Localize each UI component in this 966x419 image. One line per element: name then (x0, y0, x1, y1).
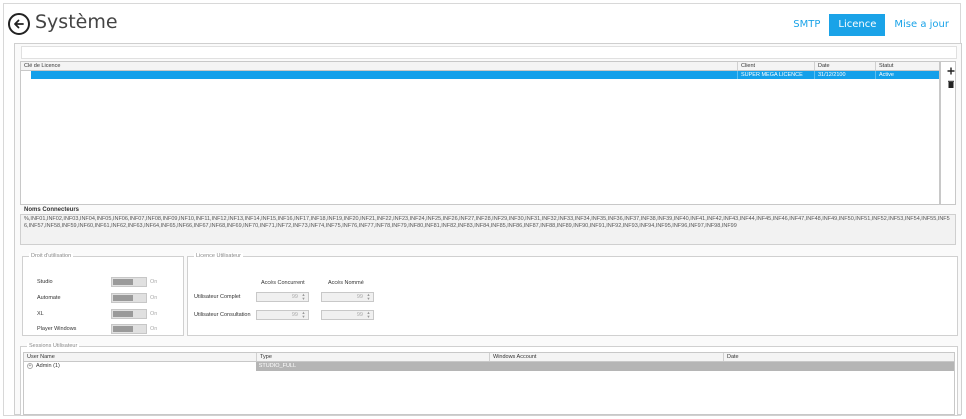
consultation-concurrent-stepper[interactable]: 99 ▲ ▼ (256, 310, 309, 320)
xl-toggle[interactable] (111, 309, 147, 319)
column-header-client[interactable]: Client (737, 62, 814, 70)
stepper-arrows-icon[interactable]: ▲ ▼ (300, 293, 307, 301)
stepper-arrows-icon[interactable]: ▲ ▼ (365, 311, 372, 319)
sessions-grid: User Name Type Windows Account Date + Adm… (23, 352, 955, 415)
page-title: Système (35, 11, 118, 33)
licence-utilisateur-legend: Licence Utilisateur (194, 253, 243, 260)
column-header-date[interactable]: Date (723, 353, 954, 361)
stepper-arrows-icon[interactable]: ▲ ▼ (300, 311, 307, 319)
column-acces-nomme: Accès Nommé (328, 280, 364, 286)
studio-toggle[interactable] (111, 277, 147, 287)
session-user-cell: + Admin (1) (27, 362, 60, 369)
tab-licence[interactable]: Licence (829, 14, 886, 36)
studio-toggle-state: On (150, 279, 158, 285)
complet-nomme-stepper[interactable]: 99 ▲ ▼ (321, 292, 374, 302)
column-header-status[interactable]: Statut (875, 62, 939, 70)
tab-smtp[interactable]: SMTP (784, 14, 829, 36)
session-type-cell: STUDIO_FULL (255, 362, 954, 371)
connecteurs-section: Noms Connecteurs %,INF01,INF02,INF03,INF… (20, 206, 958, 246)
column-header-user-name[interactable]: User Name (24, 353, 256, 361)
license-grid: Clé de Licence Client Date Statut SUPER … (20, 61, 940, 205)
column-acces-concurrent: Accès Concurrent (261, 280, 305, 286)
trash-icon (948, 80, 954, 88)
complet-concurrent-stepper[interactable]: 99 ▲ ▼ (256, 292, 309, 302)
row-label-utilisateur-consultation: Utilisateur Consultation (194, 312, 251, 318)
sessions-utilisateur-legend: Sessions Utilisateur (27, 343, 80, 350)
droit-label-xl: XL (37, 311, 44, 317)
droit-label-automate: Automate (37, 295, 61, 301)
top-nav: SMTP Licence Mise a jour (784, 14, 958, 36)
session-row[interactable]: + Admin (1) STUDIO_FULL (24, 362, 954, 371)
xl-toggle-state: On (150, 311, 158, 317)
license-key-cell (31, 71, 737, 79)
license-status-cell: Active (875, 71, 939, 79)
column-header-date[interactable]: Date (814, 62, 875, 70)
player-windows-toggle-state: On (150, 326, 158, 332)
connecteurs-field[interactable]: %,INF01,INF02,INF03,INF04,INF05,INF06,IN… (20, 214, 956, 245)
sessions-utilisateur-group: Sessions Utilisateur User Name Type Wind… (20, 343, 958, 416)
plus-icon (947, 67, 955, 75)
license-client-cell: SUPER MEGA LICENCE (737, 71, 814, 79)
delete-license-button[interactable] (946, 79, 956, 89)
license-row[interactable]: SUPER MEGA LICENCE 31/12/2100 Active (31, 71, 939, 79)
back-arrow-icon (14, 19, 24, 29)
column-header-key[interactable]: Clé de Licence (21, 62, 737, 70)
droit-label-player-windows: Player Windows (37, 326, 77, 332)
consultation-nomme-stepper[interactable]: 99 ▲ ▼ (321, 310, 374, 320)
droit-label-studio: Studio (37, 279, 53, 285)
license-grid-header: Clé de Licence Client Date Statut (21, 62, 939, 71)
sessions-grid-header: User Name Type Windows Account Date (24, 353, 954, 362)
row-label-utilisateur-complet: Utilisateur Complet (194, 294, 241, 300)
licence-utilisateur-group: Licence Utilisateur Accès Concurrent Acc… (187, 253, 958, 336)
license-date-cell: 31/12/2100 (814, 71, 875, 79)
droit-utilisation-legend: Droit d'utilisation (29, 253, 74, 260)
column-header-windows-account[interactable]: Windows Account (489, 353, 723, 361)
player-windows-toggle[interactable] (111, 324, 147, 334)
connecteurs-title: Noms Connecteurs (24, 207, 80, 213)
automate-toggle-state: On (150, 295, 158, 301)
column-header-type[interactable]: Type (256, 353, 489, 361)
add-license-button[interactable] (946, 66, 956, 76)
automate-toggle[interactable] (111, 293, 147, 303)
droit-utilisation-group: Droit d'utilisation Studio On Automate O… (22, 253, 184, 336)
back-button[interactable] (8, 13, 30, 35)
top-strip (21, 46, 957, 59)
stepper-arrows-icon[interactable]: ▲ ▼ (365, 293, 372, 301)
expand-icon[interactable]: + (27, 362, 33, 369)
tab-mise-a-jour[interactable]: Mise a jour (885, 14, 958, 36)
